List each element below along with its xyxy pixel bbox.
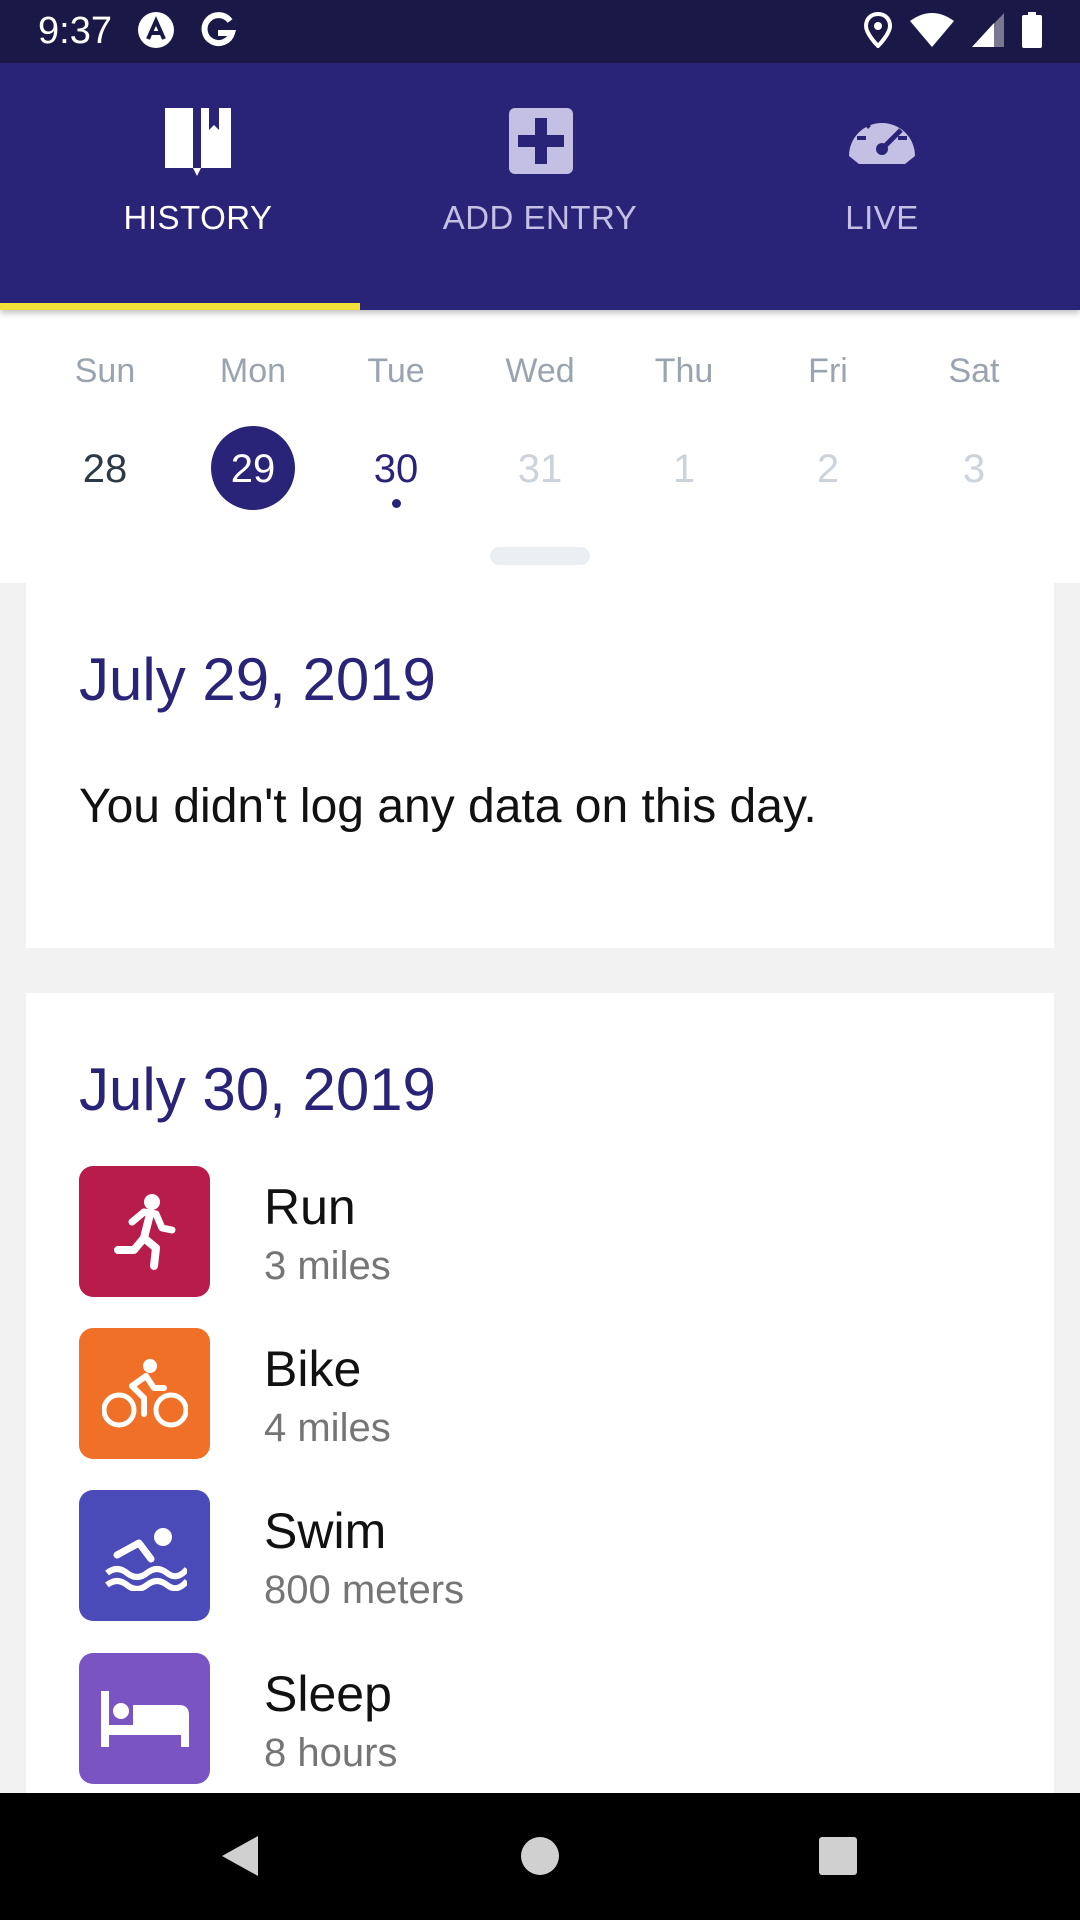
data-dot <box>392 499 401 508</box>
status-bar: 9:37 <box>0 0 1080 63</box>
battery-icon <box>1022 12 1042 48</box>
tab-label: ADD ENTRY <box>442 199 638 236</box>
recents-icon <box>819 1837 857 1875</box>
activity-value: 4 miles <box>264 1406 391 1450</box>
day-number: 1 <box>672 447 696 491</box>
day-wed[interactable]: Wed 31 <box>468 310 612 550</box>
status-time: 9:37 <box>38 10 112 52</box>
wifi-icon <box>910 13 954 47</box>
book-icon <box>165 108 231 176</box>
app-a-icon <box>138 12 174 48</box>
day-name: Sat <box>948 352 1000 390</box>
week-strip: Sun 28 Mon 29 Tue 30 Wed 31 Thu 1 Fri 2 … <box>0 310 1080 583</box>
recents-button[interactable] <box>803 1821 873 1891</box>
day-number: 3 <box>962 447 986 491</box>
tab-live[interactable]: LIVE <box>702 63 1062 310</box>
google-icon <box>201 12 236 47</box>
plus-box-icon <box>509 108 573 174</box>
back-icon <box>222 1836 258 1876</box>
day-name: Wed <box>505 352 575 390</box>
activity-name: Sleep <box>264 1666 392 1722</box>
activity-value: 800 meters <box>264 1568 465 1612</box>
tab-label: LIVE <box>845 199 919 236</box>
nav-bar <box>0 1793 1080 1920</box>
running-icon <box>79 1166 210 1297</box>
tab-add-entry[interactable]: ADD ENTRY <box>360 63 720 310</box>
day-number: 28 <box>82 447 128 491</box>
signal-icon <box>972 13 1004 47</box>
day-name: Thu <box>654 352 714 390</box>
tab-history[interactable]: HISTORY <box>18 63 378 310</box>
day-name: Fri <box>808 352 848 390</box>
day-fri[interactable]: Fri 2 <box>756 310 900 550</box>
location-icon <box>864 12 892 48</box>
day-thu[interactable]: Thu 1 <box>612 310 756 550</box>
day-mon[interactable]: Mon 29 <box>181 310 325 550</box>
swimming-icon <box>79 1490 210 1621</box>
day-number: 31 <box>517 447 563 491</box>
empty-message: You didn't log any data on this day. <box>79 780 817 833</box>
day-number: 29 <box>230 447 276 491</box>
tab-indicator <box>0 303 360 310</box>
bike-icon <box>79 1328 210 1459</box>
activity-item-bike[interactable]: Bike 4 miles <box>79 1328 979 1460</box>
day-number: 2 <box>816 447 840 491</box>
day-number: 30 <box>373 447 419 491</box>
speedometer-icon <box>849 114 915 164</box>
tab-bar: HISTORY ADD ENTRY LIVE <box>0 63 1080 310</box>
activity-item-sleep[interactable]: Sleep 8 hours <box>79 1653 979 1785</box>
day-sun[interactable]: Sun 28 <box>33 310 177 550</box>
drag-handle[interactable] <box>490 547 590 565</box>
activity-name: Run <box>264 1179 356 1235</box>
day-name: Tue <box>367 352 425 390</box>
back-button[interactable] <box>205 1821 275 1891</box>
day-name: Sun <box>74 352 136 390</box>
activity-name: Bike <box>264 1341 362 1397</box>
home-button[interactable] <box>505 1821 575 1891</box>
activity-value: 3 miles <box>264 1244 391 1288</box>
day-sat[interactable]: Sat 3 <box>902 310 1046 550</box>
day-card: July 30, 2019 Run 3 miles Bike 4 miles S… <box>26 993 1054 1793</box>
day-card: July 29, 2019 You didn't log any data on… <box>26 583 1054 948</box>
card-date: July 29, 2019 <box>79 646 436 713</box>
activity-item-swim[interactable]: Swim 800 meters <box>79 1490 979 1622</box>
tab-label: HISTORY <box>123 199 273 236</box>
home-icon <box>521 1837 559 1875</box>
activity-value: 8 hours <box>264 1731 398 1775</box>
card-date: July 30, 2019 <box>79 1056 436 1123</box>
bed-icon <box>79 1653 210 1784</box>
activity-name: Swim <box>264 1503 387 1559</box>
activity-item-run[interactable]: Run 3 miles <box>79 1166 979 1298</box>
day-tue[interactable]: Tue 30 <box>324 310 468 550</box>
day-name: Mon <box>219 352 287 390</box>
